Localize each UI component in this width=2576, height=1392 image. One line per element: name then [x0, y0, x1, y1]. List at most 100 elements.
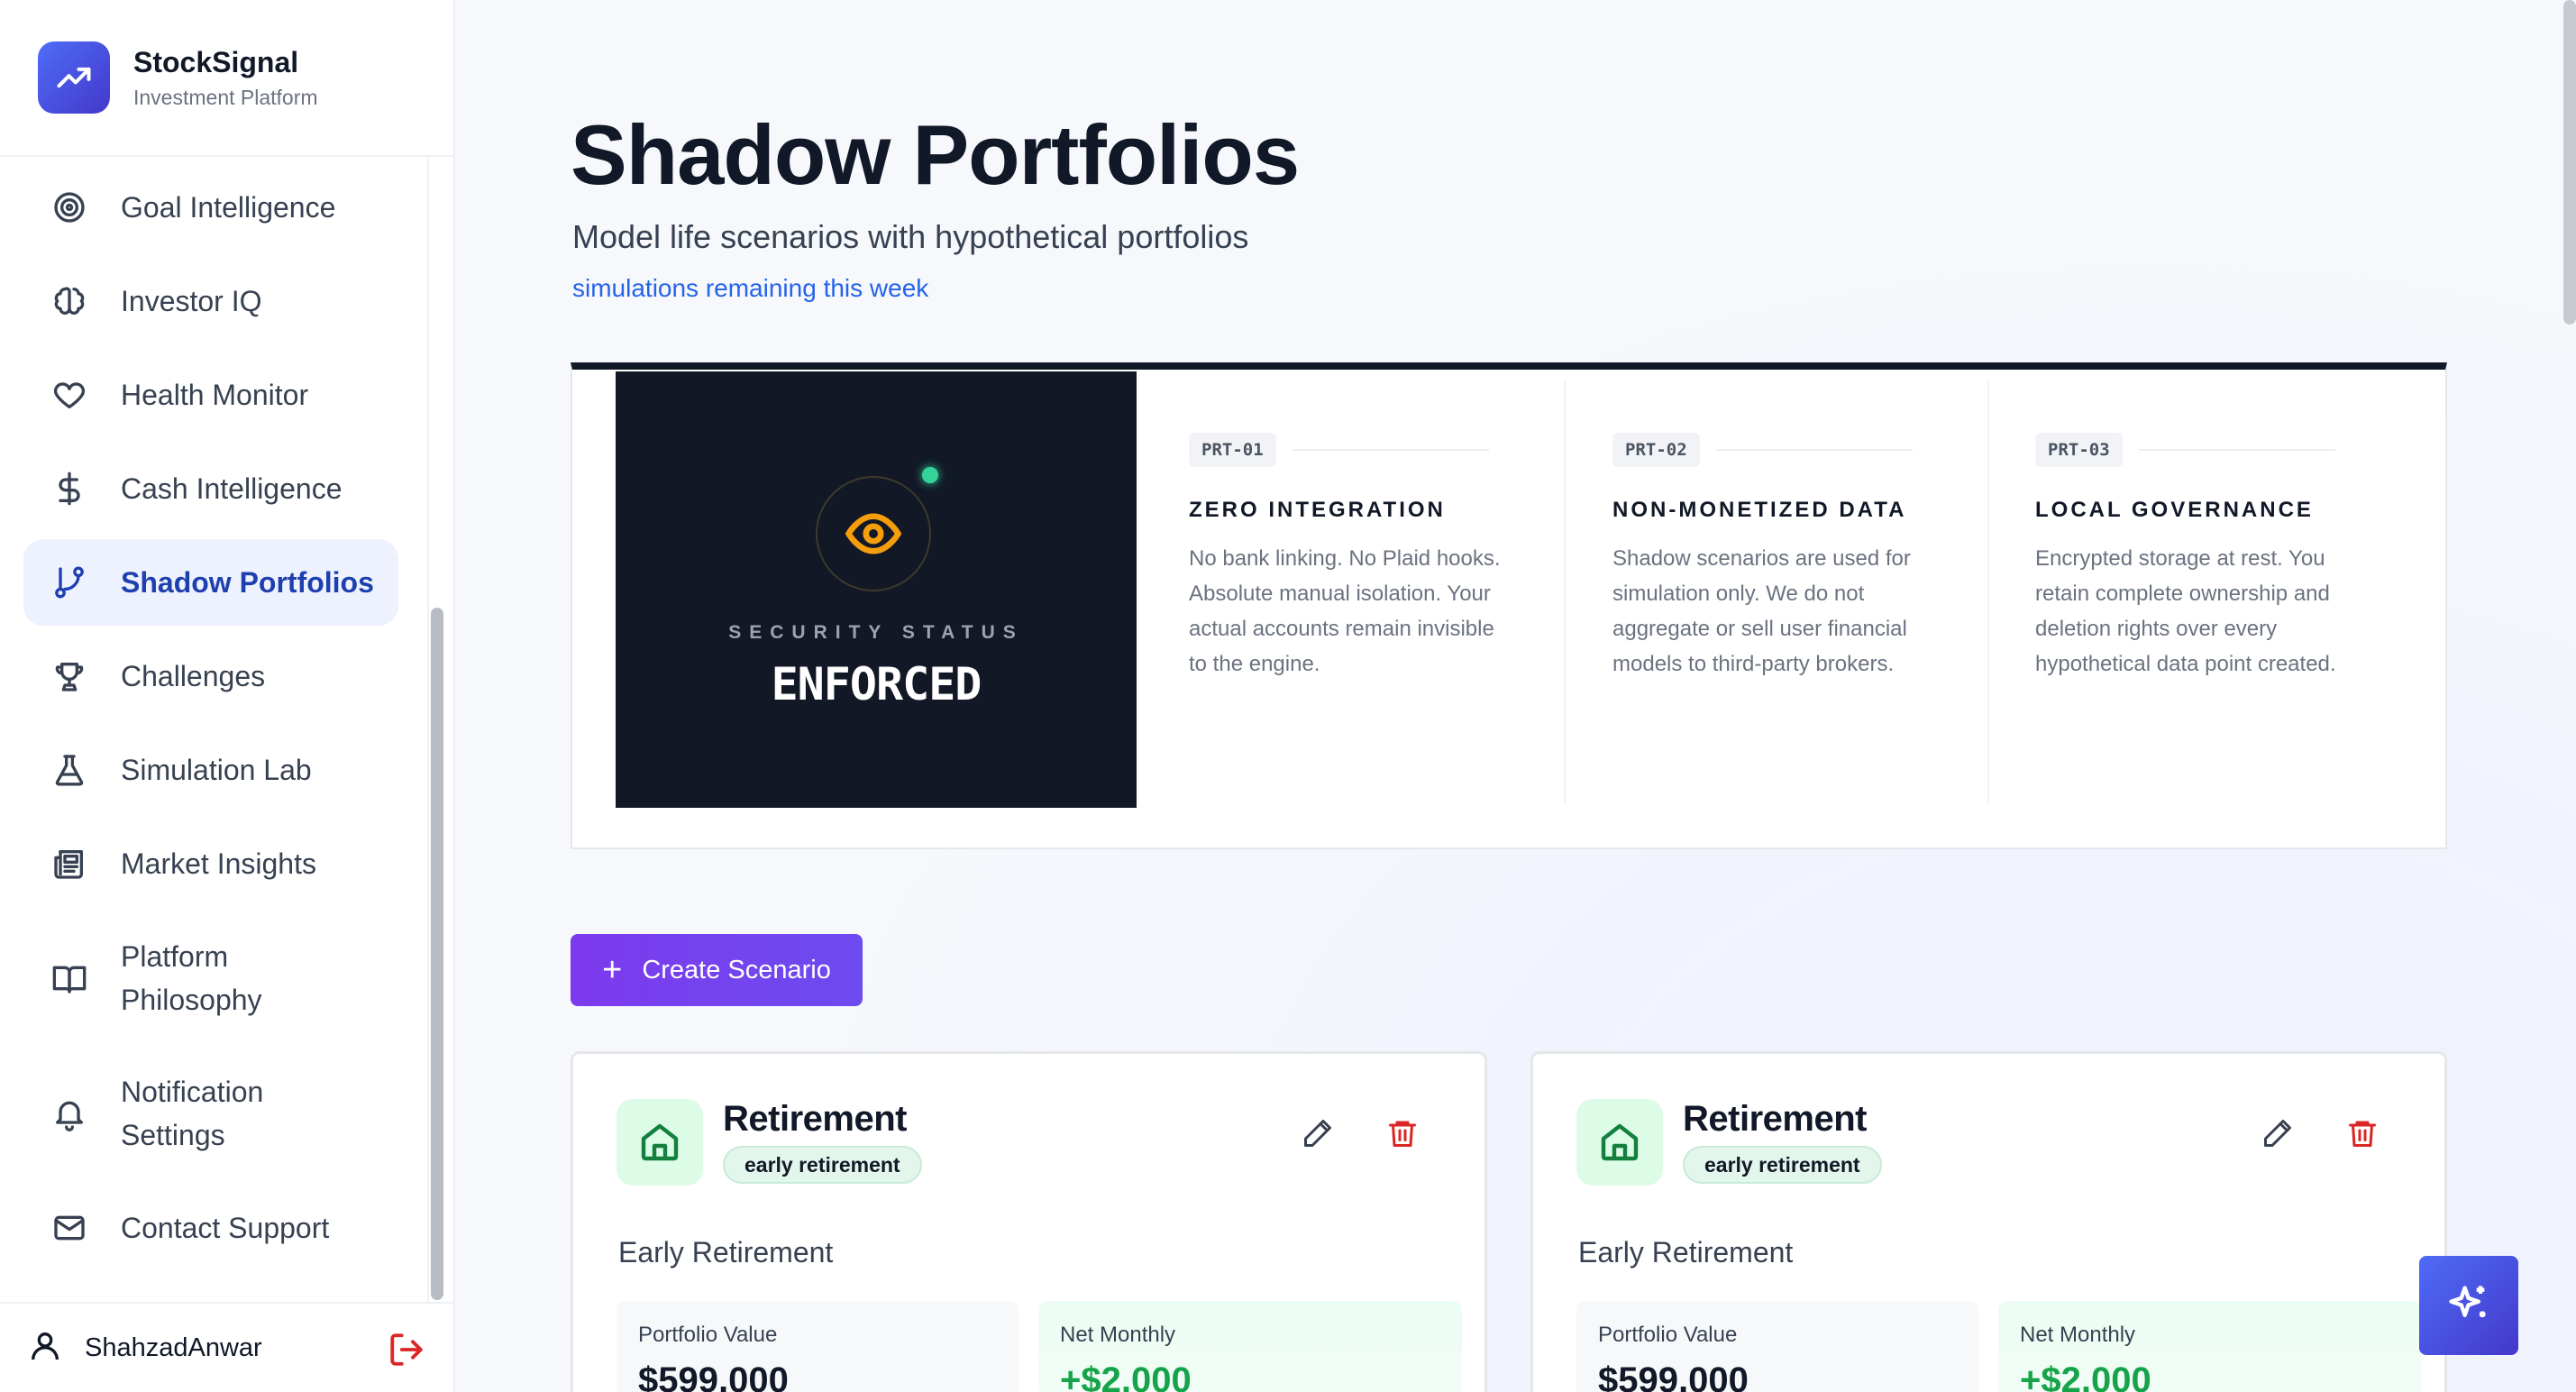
- metric-value: +$2,000: [2020, 1360, 2151, 1392]
- security-status-value: ENFORCED: [771, 658, 982, 710]
- target-icon: [50, 188, 88, 226]
- metric-value: +$2,000: [1060, 1360, 1192, 1392]
- scenario-badge: early retirement: [723, 1146, 922, 1184]
- scenario-title: Retirement: [1683, 1099, 1867, 1139]
- flask-icon: [50, 751, 88, 789]
- sidebar-item-label: Challenges: [121, 660, 266, 692]
- page-title: Shadow Portfolios: [571, 107, 1300, 202]
- home-icon: [1576, 1099, 1663, 1186]
- trash-icon[interactable]: [1386, 1117, 1419, 1154]
- principle-text: No bank linking. No Plaid hooks. Absolut…: [1189, 546, 1501, 676]
- main-scrollbar[interactable]: [2563, 0, 2576, 325]
- sidebar-item-cash-intelligence[interactable]: Cash Intelligence: [23, 445, 398, 532]
- plus-icon: +: [602, 951, 623, 989]
- principle-zero-integration: PRT-01 ZERO INTEGRATION No bank linking.…: [1189, 370, 1612, 806]
- page-subtitle: Model life scenarios with hypothetical p…: [572, 218, 1249, 255]
- user-name: ShahzadAnwar: [85, 1332, 262, 1362]
- net-monthly-metric: Net Monthly +$2,000: [1998, 1301, 2422, 1392]
- sidebar-item-simulation-lab[interactable]: Simulation Lab: [23, 727, 398, 813]
- simulations-remaining-link[interactable]: simulations remaining this week: [572, 274, 928, 303]
- sidebar-item-challenges[interactable]: Challenges: [23, 633, 398, 719]
- portfolio-value-metric: Portfolio Value $599,000: [617, 1301, 1019, 1392]
- brand-header[interactable]: StockSignal Investment Platform: [0, 0, 453, 157]
- sidebar-item-label: Health Monitor: [121, 379, 309, 411]
- bell-icon: [50, 1094, 88, 1132]
- brain-icon: [50, 282, 88, 320]
- net-monthly-metric: Net Monthly +$2,000: [1038, 1301, 1462, 1392]
- metric-label: Portfolio Value: [1598, 1323, 1738, 1347]
- principle-divider: [1564, 380, 1566, 804]
- metric-label: Portfolio Value: [638, 1323, 778, 1347]
- book-icon: [50, 959, 88, 997]
- logout-icon[interactable]: [388, 1331, 425, 1373]
- newspaper-icon: [50, 845, 88, 883]
- sidebar-item-health-monitor[interactable]: Health Monitor: [23, 352, 398, 438]
- principle-title: LOCAL GOVERNANCE: [2035, 498, 2314, 522]
- portfolio-value-metric: Portfolio Value $599,000: [1576, 1301, 1978, 1392]
- sidebar-item-market-insights[interactable]: Market Insights: [23, 820, 398, 907]
- home-icon: [617, 1099, 703, 1186]
- sidebar-scroll-track: [427, 157, 429, 1302]
- main-content: Shadow Portfolios Model life scenarios w…: [455, 0, 2576, 1392]
- principle-rule: [2138, 449, 2335, 451]
- trash-icon[interactable]: [2346, 1117, 2379, 1154]
- eye-icon: [816, 476, 931, 591]
- edit-icon[interactable]: [2261, 1117, 2294, 1154]
- principle-title: ZERO INTEGRATION: [1189, 498, 1446, 522]
- trending-up-icon: [38, 41, 110, 114]
- edit-icon[interactable]: [1302, 1117, 1334, 1154]
- sidebar-item-label: Notification Settings: [121, 1076, 264, 1151]
- metric-label: Net Monthly: [1060, 1323, 1176, 1347]
- scenario-description: Early Retirement: [1578, 1236, 1794, 1268]
- sidebar-item-goal-intelligence[interactable]: Goal Intelligence: [23, 164, 398, 251]
- brand-name: StockSignal: [133, 46, 299, 79]
- create-scenario-button[interactable]: + Create Scenario: [571, 934, 863, 1006]
- scenario-badge: early retirement: [1683, 1146, 1882, 1184]
- heart-icon: [50, 376, 88, 414]
- sidebar-item-label: Market Insights: [121, 847, 316, 880]
- mail-icon: [50, 1209, 88, 1247]
- dollar-icon: [50, 470, 88, 508]
- metric-label: Net Monthly: [2020, 1323, 2136, 1347]
- sidebar-item-label: Cash Intelligence: [121, 472, 343, 505]
- principle-code: PRT-01: [1189, 433, 1276, 467]
- principle-local-governance: PRT-03 LOCAL GOVERNANCE Encrypted storag…: [2035, 370, 2459, 806]
- principle-text: Shadow scenarios are used for simulation…: [1612, 546, 1911, 676]
- principle-divider: [1987, 380, 1989, 804]
- sidebar-item-contact-support[interactable]: Contact Support: [23, 1185, 398, 1271]
- scenario-title: Retirement: [723, 1099, 907, 1139]
- sidebar-item-shadow-portfolios[interactable]: Shadow Portfolios: [23, 539, 398, 626]
- user-icon: [27, 1328, 63, 1369]
- sidebar-item-notification-settings[interactable]: Notification Settings: [23, 1049, 398, 1177]
- sidebar-item-investor-iq[interactable]: Investor IQ: [23, 258, 398, 344]
- principle-rule: [1292, 449, 1489, 451]
- sidebar-item-platform-philosophy[interactable]: Platform Philosophy: [23, 914, 398, 1042]
- trophy-icon: [50, 657, 88, 695]
- status-indicator-dot: [922, 467, 938, 483]
- metric-value: $599,000: [638, 1360, 789, 1392]
- principle-text: Encrypted storage at rest. You retain co…: [2035, 546, 2336, 676]
- sidebar-nav: Goal Intelligence Investor IQ Health Mon…: [23, 157, 398, 1271]
- sidebar-item-label: Shadow Portfolios: [121, 566, 374, 599]
- sidebar-item-label: Investor IQ: [121, 285, 262, 317]
- scenario-card[interactable]: Retirement early retirement Early Retire…: [571, 1051, 1487, 1392]
- user-bar: ShahzadAnwar: [0, 1302, 453, 1392]
- sidebar-item-label: Simulation Lab: [121, 754, 312, 786]
- principle-code: PRT-02: [1612, 433, 1700, 467]
- scenario-card[interactable]: Retirement early retirement Early Retire…: [1530, 1051, 2447, 1392]
- sidebar-item-label: Contact Support: [121, 1212, 330, 1244]
- security-status-panel: SECURITY STATUS ENFORCED: [616, 371, 1137, 808]
- brand-subtitle: Investment Platform: [133, 85, 318, 109]
- security-status-label: SECURITY STATUS: [728, 622, 1024, 643]
- sparkles-icon: [2449, 1286, 2486, 1317]
- git-branch-icon: [50, 563, 88, 601]
- principle-code: PRT-03: [2035, 433, 2123, 467]
- sidebar-item-label: Platform Philosophy: [121, 940, 262, 1016]
- sidebar-scrollbar[interactable]: [431, 608, 443, 1300]
- ai-assistant-button[interactable]: [2419, 1256, 2518, 1355]
- principle-non-monetized-data: PRT-02 NON-MONETIZED DATA Shadow scenari…: [1612, 370, 2036, 806]
- principle-rule: [1715, 449, 1913, 451]
- security-card: SECURITY STATUS ENFORCED PRT-01 ZERO INT…: [571, 362, 2447, 849]
- create-scenario-label: Create Scenario: [642, 955, 831, 984]
- metric-value: $599,000: [1598, 1360, 1749, 1392]
